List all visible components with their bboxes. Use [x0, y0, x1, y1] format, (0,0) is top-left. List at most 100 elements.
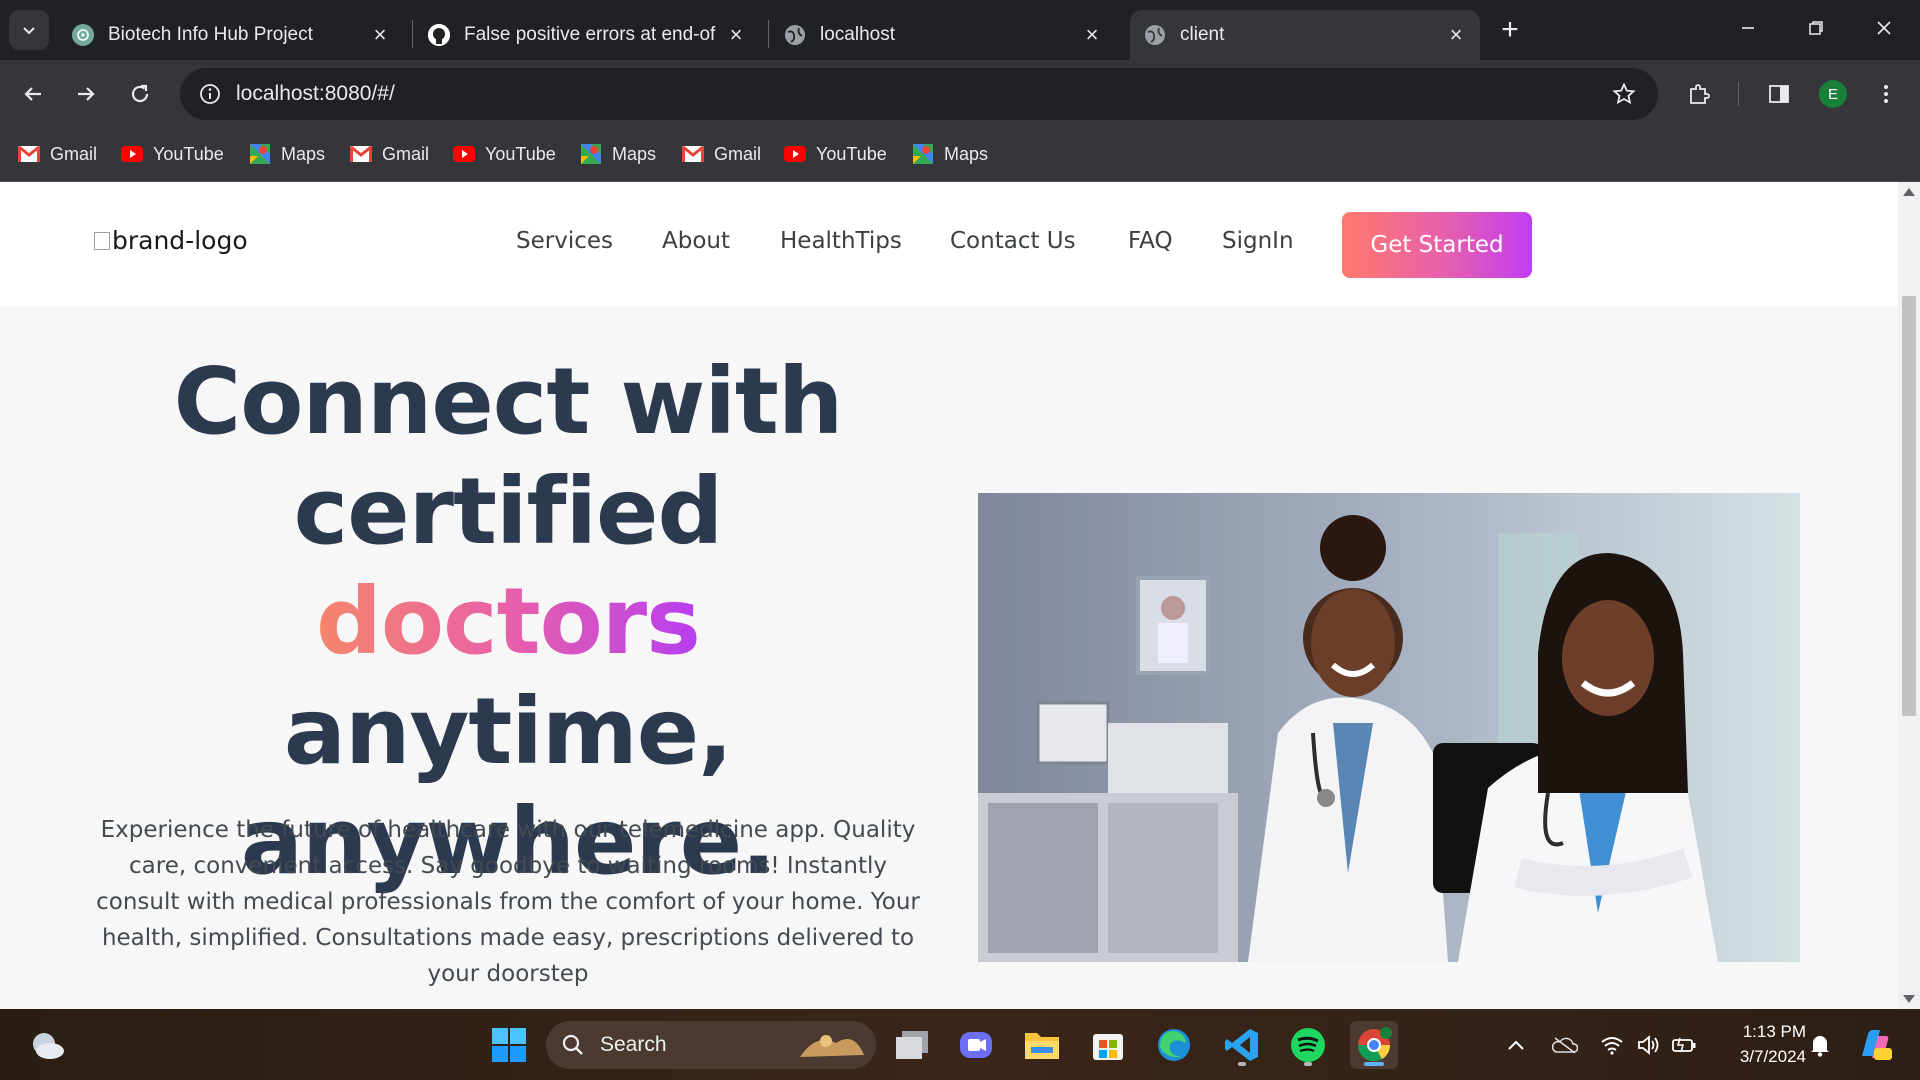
nav-signin[interactable]: SignIn — [1222, 228, 1294, 254]
hero-title-part1: Connect with certified — [173, 348, 844, 565]
maps-icon — [580, 144, 602, 164]
chevron-down-icon — [23, 27, 35, 35]
broken-image-icon — [94, 231, 110, 250]
task-view-button[interactable] — [888, 1021, 936, 1069]
new-tab-button[interactable]: + — [1494, 13, 1526, 46]
bookmark-maps[interactable]: Maps — [912, 138, 988, 170]
tab-separator — [768, 20, 769, 48]
globe-icon — [1144, 24, 1166, 46]
globe-icon — [784, 24, 806, 46]
bookmark-label: Maps — [944, 143, 989, 164]
search-icon — [562, 1034, 583, 1055]
url-text[interactable]: localhost:8080/#/ — [236, 82, 395, 106]
get-started-button[interactable]: Get Started — [1342, 212, 1532, 278]
chatgpt-icon — [72, 24, 94, 46]
arrow-left-icon — [24, 87, 41, 101]
bookmark-gmail[interactable]: Gmail — [350, 138, 429, 170]
weather-widget[interactable] — [24, 1021, 72, 1069]
search-highlight-icon — [800, 1035, 864, 1057]
scroll-thumb[interactable] — [1902, 296, 1916, 716]
onedrive-icon[interactable] — [1551, 1031, 1579, 1059]
nav-services[interactable]: Services — [516, 228, 613, 254]
bookmark-gmail[interactable]: Gmail — [18, 138, 97, 170]
bookmark-label: YouTube — [485, 143, 556, 164]
taskbar-spotify[interactable] — [1284, 1021, 1332, 1069]
close-icon[interactable]: × — [1080, 22, 1104, 47]
back-button[interactable] — [13, 74, 53, 114]
tab-github[interactable]: False positive errors at end-of-f × — [414, 10, 760, 60]
nav-healthtips[interactable]: HealthTips — [780, 228, 902, 254]
taskbar-vscode[interactable] — [1218, 1021, 1266, 1069]
windows-taskbar: Search 1:13 PM 3/7/2024 — [0, 1009, 1920, 1080]
close-icon[interactable]: × — [368, 22, 392, 47]
tab-separator — [412, 20, 413, 48]
bookmark-gmail[interactable]: Gmail — [682, 138, 761, 170]
clock-date: 3/7/2024 — [1739, 1047, 1806, 1066]
tab-search-button[interactable] — [9, 10, 49, 50]
wifi-icon[interactable] — [1598, 1031, 1626, 1059]
address-bar[interactable]: localhost:8080/#/ — [180, 68, 1658, 120]
browser-menu-button[interactable] — [1866, 74, 1906, 114]
scroll-up-icon[interactable] — [1903, 188, 1915, 196]
close-window-button[interactable] — [1860, 8, 1908, 48]
taskbar-clock[interactable]: 1:13 PM 3/7/2024 — [1714, 1019, 1806, 1069]
volume-icon[interactable] — [1634, 1031, 1662, 1059]
bookmark-youtube[interactable]: YouTube — [784, 138, 887, 170]
close-icon[interactable]: × — [724, 22, 748, 47]
toolbar-divider — [1738, 82, 1739, 106]
maps-icon — [249, 144, 271, 164]
hero-doctors-image — [978, 493, 1800, 962]
profile-avatar[interactable]: E — [1819, 80, 1847, 108]
side-panel-icon — [1769, 85, 1789, 103]
taskbar-chrome[interactable] — [1350, 1021, 1398, 1069]
page-scrollbar[interactable] — [1898, 182, 1920, 1009]
taskbar-chat[interactable] — [952, 1021, 1000, 1069]
close-icon[interactable]: × — [1444, 22, 1468, 47]
clock-time: 1:13 PM — [1742, 1022, 1806, 1041]
bookmark-label: Gmail — [714, 143, 762, 164]
tab-client[interactable]: client × — [1130, 10, 1480, 60]
reload-button[interactable] — [120, 74, 160, 114]
minimize-icon — [1742, 27, 1754, 29]
scroll-down-icon[interactable] — [1903, 995, 1915, 1003]
tab-strip: Biotech Info Hub Project × False positiv… — [0, 0, 1920, 60]
forward-button[interactable] — [66, 74, 106, 114]
battery-icon[interactable] — [1670, 1031, 1698, 1059]
restore-button[interactable] — [1792, 8, 1840, 48]
bookmark-youtube[interactable]: YouTube — [121, 138, 224, 170]
taskbar-file-explorer[interactable] — [1018, 1021, 1066, 1069]
arrow-right-icon — [78, 87, 95, 101]
running-indicator — [1238, 1062, 1246, 1066]
bookmark-youtube[interactable]: YouTube — [453, 138, 556, 170]
bookmark-maps[interactable]: Maps — [580, 138, 656, 170]
extensions-button[interactable] — [1679, 74, 1719, 114]
taskbar-edge[interactable] — [1150, 1021, 1198, 1069]
youtube-icon — [121, 145, 143, 163]
edge-icon — [1158, 1029, 1190, 1061]
hero-description: Experience the future of healthcare with… — [96, 817, 920, 987]
maps-icon — [912, 144, 934, 164]
nav-about[interactable]: About — [662, 228, 730, 254]
site-info-icon[interactable] — [194, 78, 226, 110]
copilot-icon[interactable] — [1854, 1030, 1894, 1060]
start-button[interactable] — [485, 1021, 533, 1069]
bookmark-maps[interactable]: Maps — [249, 138, 325, 170]
gmail-icon — [18, 145, 40, 163]
notification-bell-icon[interactable] — [1806, 1031, 1834, 1059]
taskbar-search[interactable]: Search — [546, 1021, 876, 1069]
nav-contact-us[interactable]: Contact Us — [950, 228, 1076, 254]
bookmark-label: YouTube — [153, 143, 224, 164]
bookmark-label: Maps — [612, 143, 657, 164]
tab-biotech[interactable]: Biotech Info Hub Project × — [58, 10, 404, 60]
bookmark-label: Gmail — [50, 143, 98, 164]
tab-localhost[interactable]: localhost × — [770, 10, 1116, 60]
youtube-icon — [784, 145, 806, 163]
minimize-button[interactable] — [1724, 8, 1772, 48]
tray-overflow-button[interactable] — [1502, 1031, 1530, 1059]
bookmark-star-icon[interactable] — [1610, 80, 1638, 108]
brand-logo[interactable]: brand-logo — [94, 226, 248, 255]
side-panel-button[interactable] — [1759, 74, 1799, 114]
nav-faq[interactable]: FAQ — [1128, 228, 1173, 254]
taskbar-store[interactable] — [1084, 1021, 1132, 1069]
spotify-icon — [1291, 1028, 1325, 1062]
